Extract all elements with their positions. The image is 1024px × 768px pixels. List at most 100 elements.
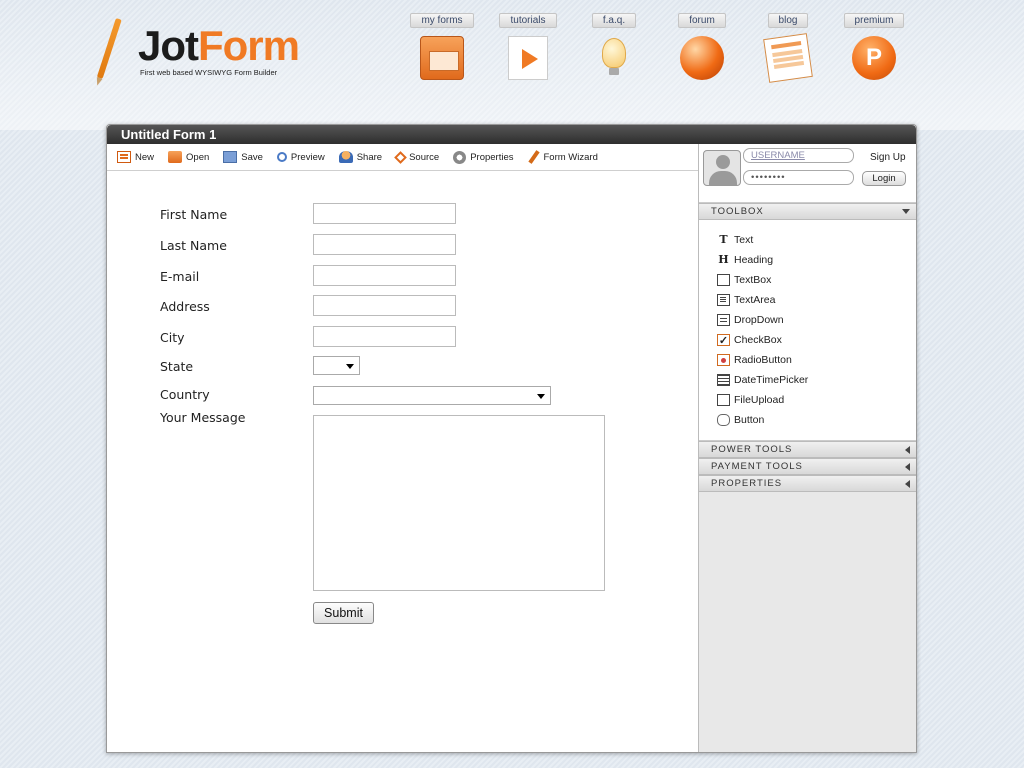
gear-icon [453, 150, 467, 164]
state-dropdown[interactable] [313, 356, 360, 375]
field-label: Your Message [160, 410, 246, 425]
source-button[interactable]: Source [394, 150, 440, 164]
jotform-logo[interactable]: JotForm First web based WYSIWYG Form Bui… [96, 18, 312, 108]
field-label: City [160, 330, 185, 345]
tool-button[interactable]: Button [717, 410, 916, 430]
nav-label[interactable]: forum [678, 13, 726, 28]
payment-tools-header[interactable]: PAYMENT TOOLS [699, 458, 916, 475]
fileupload-icon [717, 394, 730, 406]
premium-icon[interactable]: P [852, 36, 896, 80]
properties-label: Properties [470, 151, 514, 163]
first-name-input[interactable] [313, 203, 456, 224]
toolbox-title: TOOLBOX [711, 206, 764, 217]
last-name-input[interactable] [313, 234, 456, 255]
tool-text[interactable]: T Text [717, 230, 916, 250]
form-wizard-button[interactable]: Form Wizard [527, 150, 598, 164]
heading-icon: H [718, 253, 729, 266]
tool-fileupload[interactable]: FileUpload [717, 390, 916, 410]
form-builder-window: Untitled Form 1 New Open Save Preview Sh… [106, 124, 917, 753]
logo-wordmark: JotForm [138, 22, 300, 70]
new-button[interactable]: New [117, 151, 154, 163]
nav-blog[interactable]: blog [756, 8, 820, 83]
chevron-down-icon [902, 209, 910, 214]
nav-tutorials[interactable]: tutorials [496, 8, 560, 80]
tool-heading[interactable]: H Heading [717, 250, 916, 270]
save-label: Save [241, 151, 263, 163]
magnifier-icon [276, 152, 287, 162]
new-label: New [135, 151, 155, 163]
textbox-icon [717, 274, 730, 286]
tool-label: TextBox [734, 274, 772, 286]
tool-label: DateTimePicker [734, 374, 809, 386]
nav-label[interactable]: my forms [410, 13, 474, 28]
preview-button[interactable]: Preview [276, 152, 325, 163]
share-label: Share [356, 151, 383, 163]
field-label: Last Name [160, 238, 227, 253]
nav-premium[interactable]: premium P [842, 8, 906, 80]
toolbox-header[interactable]: TOOLBOX [699, 203, 916, 220]
globe-icon[interactable] [680, 36, 724, 80]
save-button[interactable]: Save [223, 151, 263, 163]
new-icon [117, 151, 131, 163]
login-box: USERNAME •••••••• Sign Up Login [699, 144, 916, 203]
logo-tagline: First web based WYSIWYG Form Builder [140, 68, 278, 77]
logo-part1: Jot [138, 22, 199, 69]
power-tools-header[interactable]: POWER TOOLS [699, 441, 916, 458]
password-field[interactable]: •••••••• [743, 170, 854, 185]
city-input[interactable] [313, 326, 456, 347]
tool-datetimepicker[interactable]: DateTimePicker [717, 370, 916, 390]
chevron-left-icon [905, 463, 910, 471]
nav-my-forms[interactable]: my forms [410, 8, 474, 80]
tool-textarea[interactable]: TextArea [717, 290, 916, 310]
field-label: First Name [160, 207, 228, 222]
nav-label[interactable]: f.a.q. [591, 13, 637, 28]
chevron-left-icon [905, 446, 910, 454]
radiobutton-icon [717, 354, 730, 366]
field-label: E-mail [160, 269, 200, 284]
country-dropdown[interactable] [313, 386, 551, 405]
wand-icon [527, 150, 540, 164]
properties-header[interactable]: PROPERTIES [699, 475, 916, 492]
open-label: Open [186, 151, 210, 163]
nav-label[interactable]: blog [767, 13, 809, 28]
tool-radiobutton[interactable]: RadioButton [717, 350, 916, 370]
message-textarea[interactable] [313, 415, 605, 591]
tool-dropdown[interactable]: DropDown [717, 310, 916, 330]
open-button[interactable]: Open [168, 151, 209, 163]
logo-part2: Form [198, 22, 300, 69]
datetime-icon [717, 374, 730, 386]
tool-textbox[interactable]: TextBox [717, 270, 916, 290]
signup-link[interactable]: Sign Up [870, 152, 906, 163]
button-icon [717, 414, 730, 426]
top-nav: my forms tutorials f.a.q. forum blog pre… [410, 8, 910, 98]
dropdown-icon [717, 314, 730, 326]
right-panel: USERNAME •••••••• Sign Up Login TOOLBOX … [698, 144, 916, 752]
login-button[interactable]: Login [862, 171, 906, 186]
blog-icon[interactable] [763, 33, 813, 83]
tool-label: TextArea [734, 294, 776, 306]
tool-label: CheckBox [734, 334, 782, 346]
toolbox-list: T Text H Heading TextBox TextArea DropDo… [699, 220, 916, 441]
share-icon [338, 151, 353, 163]
nav-faq[interactable]: f.a.q. [582, 8, 646, 75]
properties-button[interactable]: Properties [453, 150, 514, 164]
username-field[interactable]: USERNAME [743, 148, 854, 163]
submit-button[interactable]: Submit [313, 602, 374, 624]
tool-checkbox[interactable]: ✓ CheckBox [717, 330, 916, 350]
folder-icon[interactable] [420, 36, 464, 80]
payment-tools-title: PAYMENT TOOLS [711, 461, 803, 472]
lightbulb-icon[interactable] [602, 38, 626, 75]
tool-label: FileUpload [734, 394, 785, 406]
nav-label[interactable]: premium [843, 13, 905, 28]
address-input[interactable] [313, 295, 456, 316]
nav-label[interactable]: tutorials [499, 13, 557, 28]
email-input[interactable] [313, 265, 456, 286]
textarea-icon [717, 294, 730, 306]
source-label: Source [409, 151, 440, 163]
video-icon[interactable] [508, 36, 548, 80]
chevron-left-icon [905, 480, 910, 488]
share-button[interactable]: Share [338, 151, 383, 163]
nav-forum[interactable]: forum [670, 8, 734, 80]
text-icon: T [719, 233, 728, 246]
tool-label: RadioButton [734, 354, 792, 366]
